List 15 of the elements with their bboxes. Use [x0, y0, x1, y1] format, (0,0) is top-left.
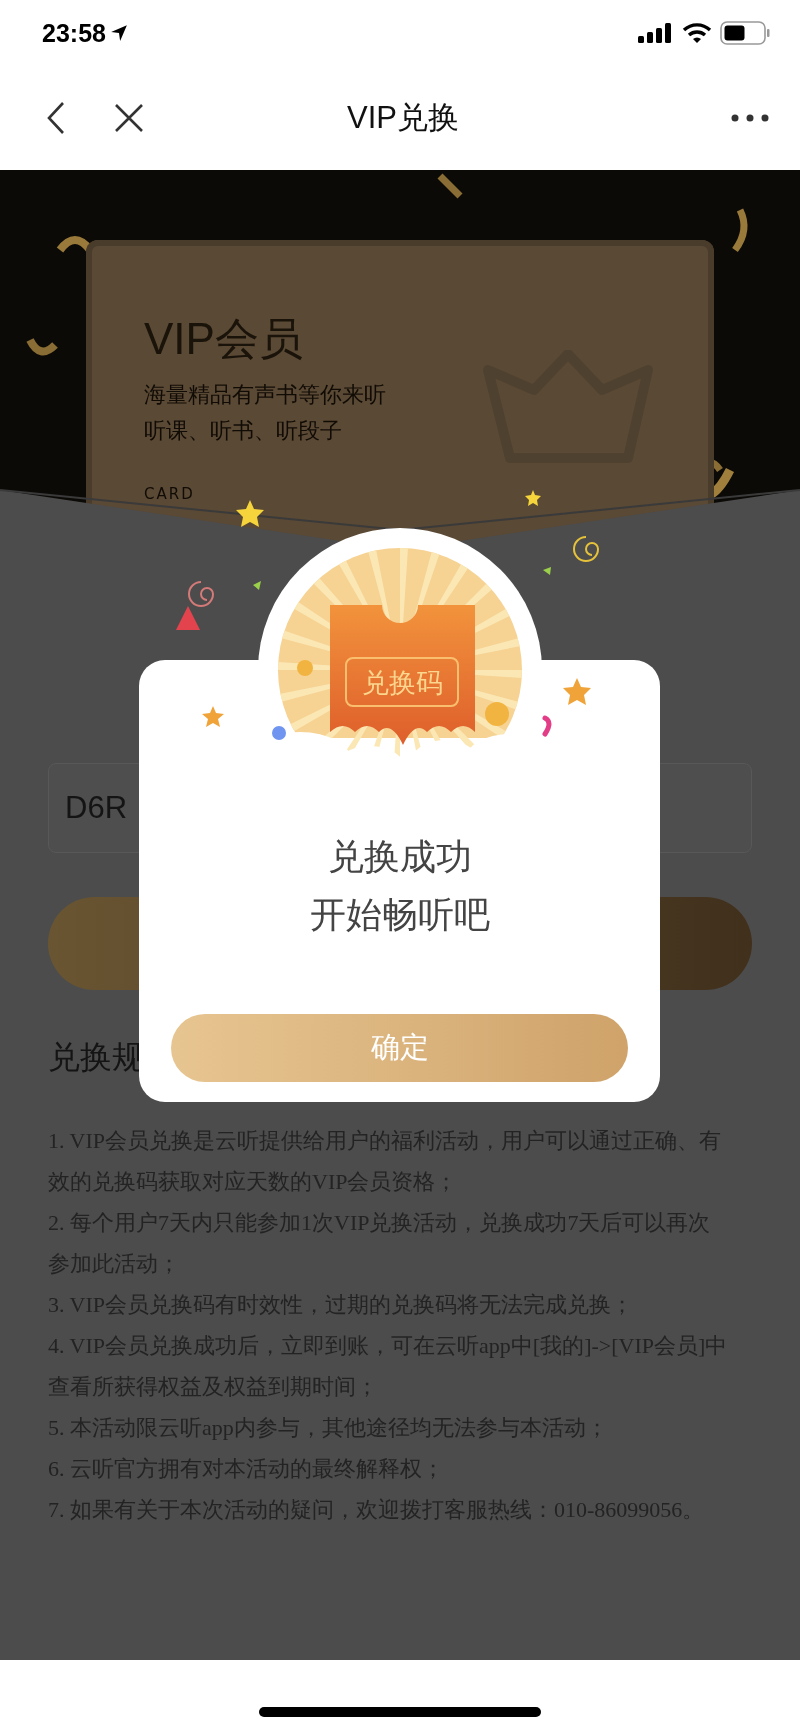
- confirm-button[interactable]: 确定: [171, 1014, 628, 1082]
- wifi-icon: [682, 22, 712, 44]
- battery-icon: [720, 21, 770, 45]
- signal-icon: [638, 23, 674, 43]
- card-title: VIP会员: [144, 313, 303, 365]
- card-subtitle: 海量精品有声书等你来听: [144, 381, 386, 409]
- status-time: 23:58: [42, 18, 106, 48]
- success-message: 开始畅听吧: [309, 893, 490, 937]
- ticket-label: 兑换码: [361, 667, 443, 698]
- page-title: VIP兑换: [346, 99, 460, 137]
- location-arrow-icon: [109, 24, 128, 42]
- card-label: CARD: [144, 485, 195, 503]
- success-message: 兑换成功: [327, 835, 472, 879]
- card-subtitle: 听课、听书、听段子: [144, 417, 343, 445]
- more-icon: [730, 113, 770, 123]
